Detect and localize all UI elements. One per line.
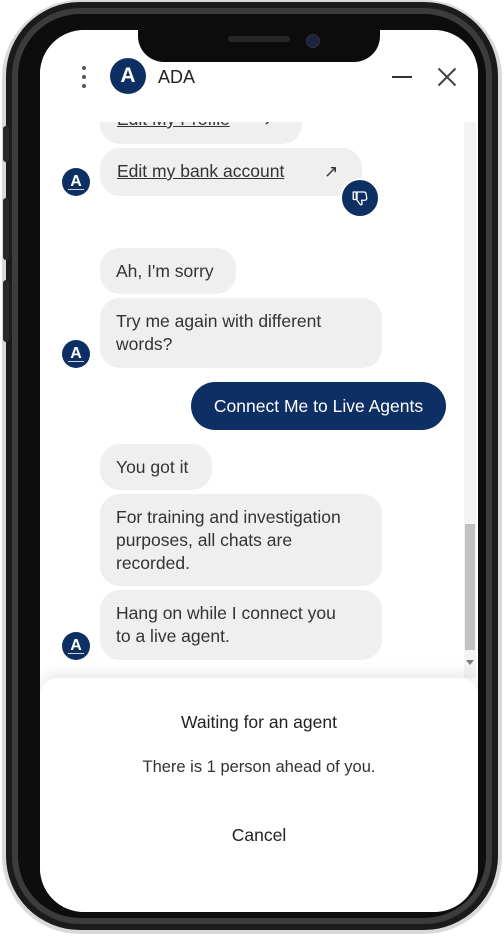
mute-switch	[3, 126, 9, 162]
ada-avatar: A	[110, 58, 146, 94]
thumbs-down-button[interactable]	[340, 178, 380, 218]
user-message: Connect Me to Live Agents	[191, 382, 446, 430]
bot-message: Hang on while I connect you to a live ag…	[100, 590, 382, 660]
edit-bank-account-label: Edit my bank account	[117, 161, 285, 181]
edit-bank-account-link[interactable]: Edit my bank account ↗	[100, 148, 362, 196]
chat-screen: A ADA Edit My Profile ↗ Edit my bank acc…	[40, 30, 478, 912]
user-message-text: Connect Me to Live Agents	[213, 395, 424, 416]
bot-message-text: You got it	[116, 457, 189, 477]
bot-message-text: Hang on while I connect you	[116, 603, 336, 623]
bot-message-text: Try me again with different	[116, 311, 322, 331]
bot-message-text: For training and investigation	[116, 507, 341, 527]
front-camera	[306, 34, 320, 48]
external-link-icon: ↗	[324, 162, 339, 181]
earpiece-speaker	[228, 36, 290, 42]
waiting-for-agent-panel: Waiting for an agent There is 1 person a…	[40, 678, 478, 912]
scrollbar-thumb[interactable]	[465, 524, 475, 650]
phone-notch	[138, 30, 380, 62]
cancel-button[interactable]: Cancel	[209, 818, 309, 852]
bot-avatar: A	[62, 168, 90, 196]
volume-down-button	[3, 280, 9, 342]
bot-message-text: purposes, all chats are	[116, 530, 293, 550]
chat-title: ADA	[158, 67, 196, 87]
waiting-title: Waiting for an agent	[181, 712, 337, 732]
bot-message-text: to a live agent.	[116, 626, 230, 646]
minimize-icon[interactable]	[392, 76, 412, 78]
bot-message-text: words?	[116, 334, 173, 354]
bot-message: You got it	[100, 444, 212, 490]
bot-message-text: recorded.	[116, 553, 190, 573]
volume-up-button	[3, 198, 9, 260]
bot-avatar: A	[62, 340, 90, 368]
close-icon[interactable]	[436, 66, 458, 88]
avatar-letter: A	[120, 64, 136, 87]
bot-message: Ah, I'm sorry	[100, 248, 236, 294]
thumbs-down-icon	[352, 191, 368, 206]
kebab-menu-icon[interactable]	[80, 66, 88, 92]
queue-status: There is 1 person ahead of you.	[142, 758, 376, 776]
bot-avatar: A	[62, 632, 90, 660]
bot-message: Try me again with different words?	[100, 298, 382, 368]
bot-message: For training and investigation purposes,…	[100, 494, 382, 586]
scroll-down-arrow-icon[interactable]	[466, 660, 474, 665]
bot-message-text: Ah, I'm sorry	[116, 261, 214, 281]
